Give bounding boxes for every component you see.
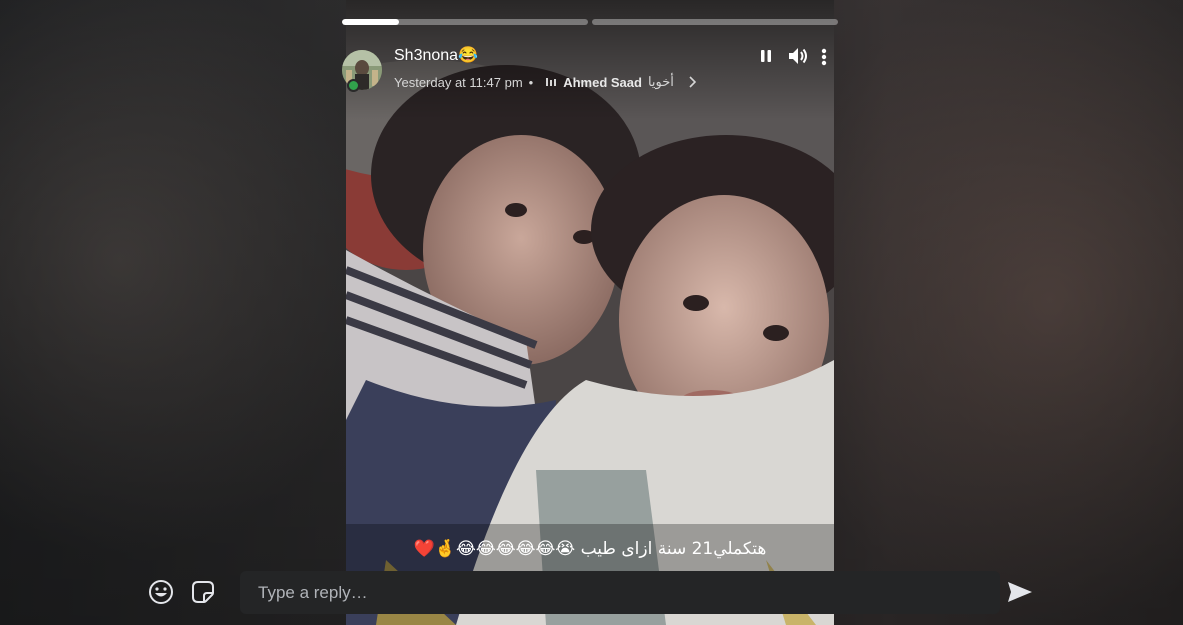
story-time[interactable]: Yesterday at 11:47 pm [394, 75, 523, 90]
pause-icon [761, 50, 771, 62]
emoji-icon [149, 580, 173, 604]
volume-button[interactable] [786, 45, 810, 67]
more-options-button[interactable] [814, 47, 834, 67]
chevron-right-icon[interactable] [688, 76, 696, 88]
sticker-icon [192, 581, 214, 603]
music-artist[interactable]: Ahmed Saad [563, 75, 642, 90]
meta-separator: • [528, 74, 534, 90]
story-meta: Yesterday at 11:47 pm • Ahmed Saad أخويا [394, 74, 696, 90]
more-vertical-icon [821, 48, 827, 66]
story-author-name[interactable]: Sh3nona😂 [394, 45, 478, 65]
progress-segment-2 [592, 19, 838, 25]
sticker-button[interactable] [189, 578, 217, 606]
reply-input[interactable] [256, 581, 984, 604]
story-caption: هتكملي21 سنة ازاى طيب 😭😂😂😂😂😂🤞❤️ [413, 539, 767, 559]
emoji-button[interactable] [147, 578, 175, 606]
volume-icon [789, 48, 807, 64]
music-title[interactable]: أخويا [648, 74, 674, 90]
music-bars-icon [545, 77, 557, 87]
send-icon [1008, 582, 1032, 602]
reply-field[interactable] [240, 571, 1000, 614]
pause-button[interactable] [756, 46, 776, 66]
send-button[interactable] [1005, 578, 1035, 606]
online-status-dot [347, 79, 360, 92]
progress-segment-1 [342, 19, 588, 25]
